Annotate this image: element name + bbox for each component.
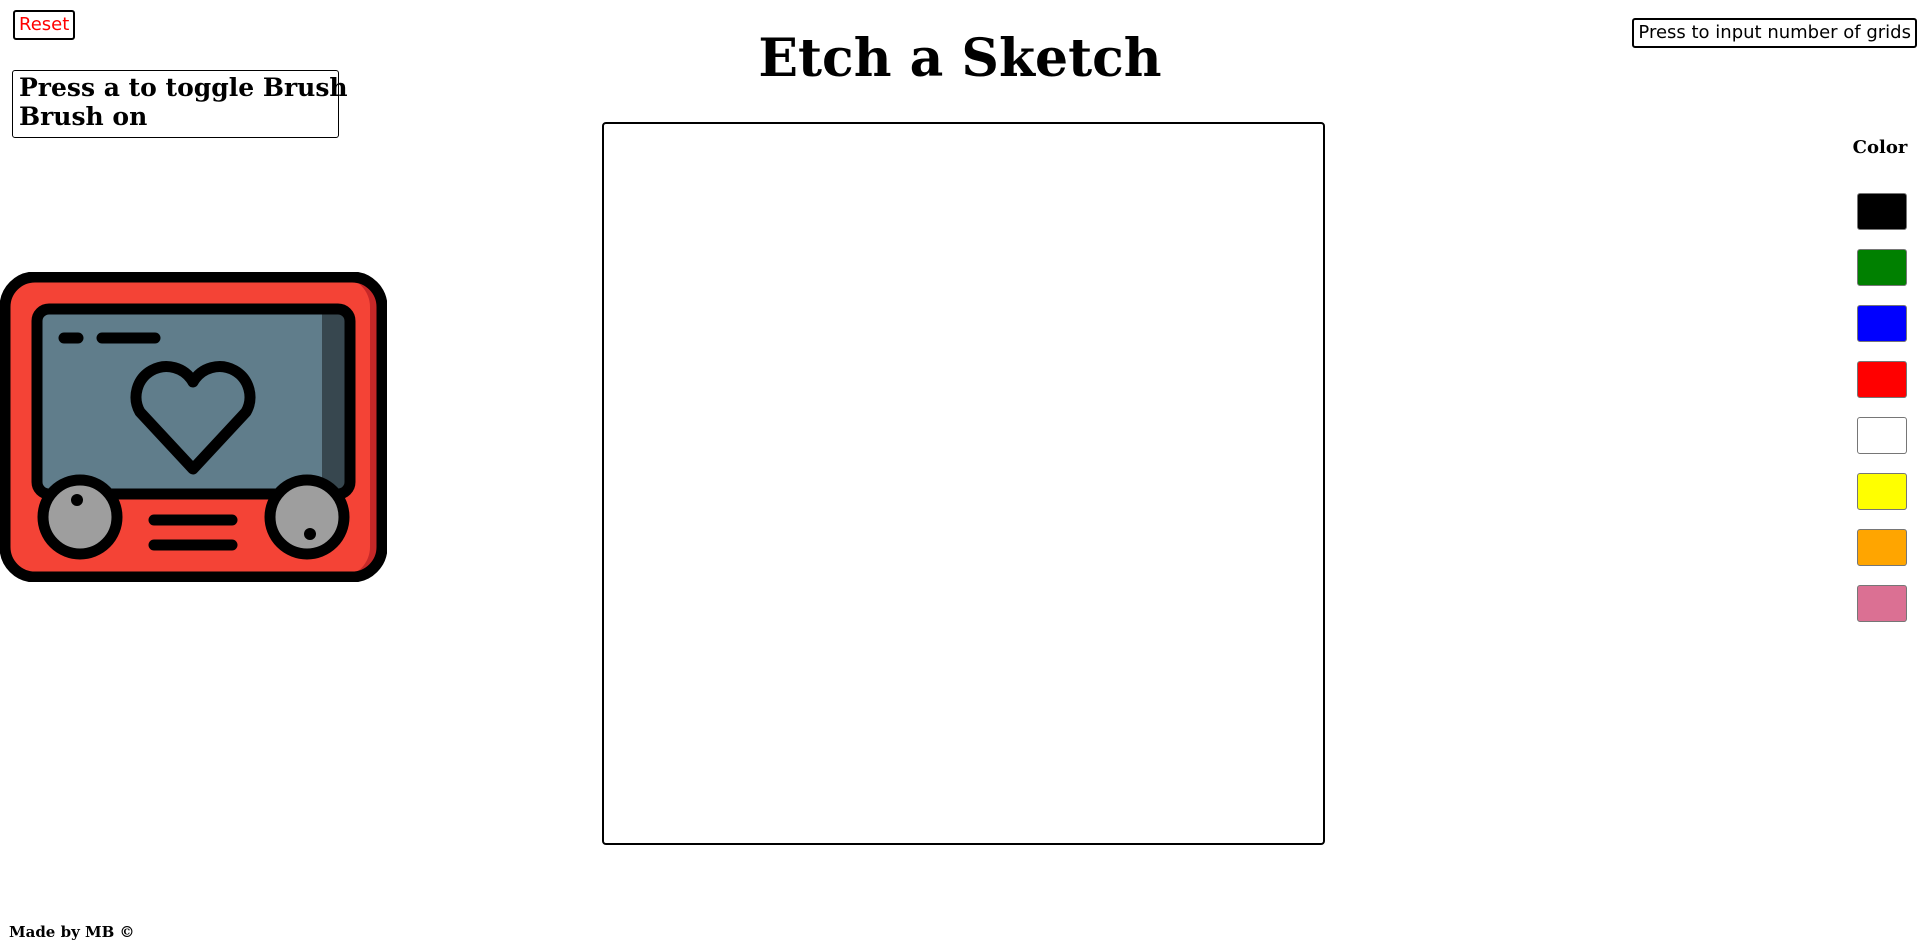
color-palette-title: Color: [1852, 137, 1908, 158]
brush-status-box: Press a to toggle Brush Brush on: [12, 70, 348, 138]
page: Reset Etch a Sketch Press to input numbe…: [0, 0, 1920, 946]
color-swatch[interactable]: [1857, 193, 1907, 230]
color-swatch[interactable]: [1857, 473, 1907, 510]
color-swatch[interactable]: [1857, 417, 1907, 454]
etch-a-sketch-heart-icon: [0, 272, 387, 582]
grid-size-button[interactable]: Press to input number of grids: [1632, 18, 1917, 48]
brush-status: Brush on: [19, 102, 148, 131]
color-swatch[interactable]: [1857, 249, 1907, 286]
footer-credit: Made by MB ©: [9, 923, 135, 941]
color-swatch[interactable]: [1857, 305, 1907, 342]
brush-instruction: Press a to toggle Brush: [19, 73, 348, 102]
color-swatch[interactable]: [1857, 361, 1907, 398]
color-swatch[interactable]: [1857, 529, 1907, 566]
color-swatch[interactable]: [1857, 585, 1907, 622]
sketch-grid-canvas[interactable]: [602, 122, 1325, 845]
